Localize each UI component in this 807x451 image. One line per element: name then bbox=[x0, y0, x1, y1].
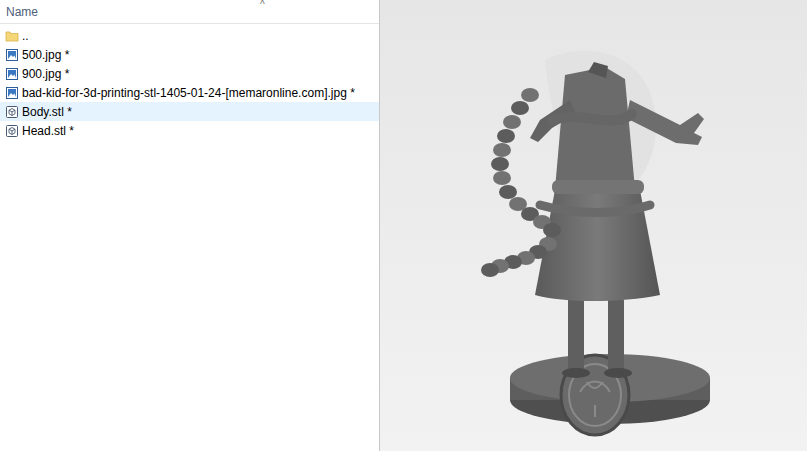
image-file-icon bbox=[5, 67, 19, 81]
sort-indicator[interactable]: ^ bbox=[260, 0, 265, 12]
image-file-icon bbox=[5, 86, 19, 100]
file-list-panel: Name^..500.jpg *900.jpg *bad-kid-for-3d-… bbox=[0, 0, 380, 451]
viewport[interactable] bbox=[380, 0, 807, 451]
file-list: ..500.jpg *900.jpg *bad-kid-for-3d-print… bbox=[0, 24, 379, 140]
file-row[interactable]: Body.stl * bbox=[0, 102, 379, 121]
folder-icon bbox=[5, 29, 19, 43]
image-file-icon bbox=[5, 48, 19, 62]
model-file-icon bbox=[5, 105, 19, 119]
model-file-icon bbox=[5, 124, 19, 138]
model-preview[interactable] bbox=[380, 0, 807, 451]
file-row[interactable]: 500.jpg * bbox=[0, 45, 379, 64]
file-name: Head.stl * bbox=[22, 122, 74, 140]
file-row[interactable]: Head.stl * bbox=[0, 121, 379, 140]
file-name: bad-kid-for-3d-printing-stl-1405-01-24-[… bbox=[22, 84, 355, 102]
file-name: .. bbox=[22, 27, 29, 45]
file-row[interactable]: .. bbox=[0, 26, 379, 45]
file-row[interactable]: 900.jpg * bbox=[0, 64, 379, 83]
name-column-header[interactable]: Name ^ bbox=[0, 0, 379, 24]
app-window: Name^..500.jpg *900.jpg *bad-kid-for-3d-… bbox=[0, 0, 807, 451]
file-name: Body.stl * bbox=[22, 103, 72, 121]
file-row[interactable]: bad-kid-for-3d-printing-stl-1405-01-24-[… bbox=[0, 83, 379, 102]
file-name: 500.jpg * bbox=[22, 46, 69, 64]
file-name: 900.jpg * bbox=[22, 65, 69, 83]
column-label: Name bbox=[6, 3, 38, 21]
